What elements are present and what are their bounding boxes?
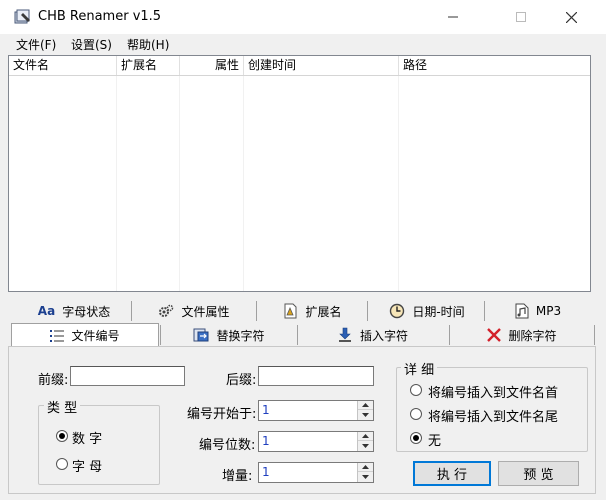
- menu-settings[interactable]: 设置(S): [71, 36, 112, 53]
- increment-value: 1: [262, 465, 270, 479]
- increment-label: 增量:: [222, 469, 253, 484]
- column-path[interactable]: 路径: [399, 56, 590, 75]
- title-bar[interactable]: CHB Renamer v1.5: [0, 0, 606, 34]
- window-title: CHB Renamer v1.5: [38, 9, 162, 24]
- tab-letter-case[interactable]: Aa 字母状态: [18, 300, 130, 322]
- clock-icon: [389, 303, 405, 319]
- column-divider: [179, 76, 180, 291]
- replace-icon: [193, 327, 209, 343]
- stepper-down-icon[interactable]: [358, 410, 373, 419]
- stepper-arrows[interactable]: [357, 432, 373, 451]
- start-label: 编号开始于:: [187, 407, 257, 422]
- tab-extension[interactable]: 扩展名: [260, 300, 365, 322]
- tab-label: 字母状态: [62, 304, 111, 319]
- menu-help[interactable]: 帮助(H): [127, 36, 169, 53]
- tab-separator: [484, 301, 485, 321]
- column-divider: [398, 76, 399, 291]
- detail-radio-suffix[interactable]: [410, 408, 422, 420]
- menu-bar: 文件(F) 设置(S) 帮助(H): [0, 34, 606, 54]
- music-file-icon: [515, 303, 529, 319]
- tab-label: 删除字符: [508, 328, 557, 343]
- tab-replace-chars[interactable]: 替换字符: [164, 324, 294, 346]
- tab-separator: [160, 325, 161, 345]
- letter-case-icon: Aa: [37, 304, 56, 318]
- prefix-label: 前缀:: [38, 373, 69, 388]
- delete-x-icon: [487, 328, 502, 342]
- column-filename[interactable]: 文件名: [9, 56, 117, 75]
- tab-separator: [594, 325, 595, 345]
- suffix-input[interactable]: [258, 366, 374, 386]
- close-button[interactable]: [548, 0, 594, 34]
- numbered-list-icon: [50, 329, 65, 343]
- detail-radio-none[interactable]: [410, 432, 422, 444]
- maximize-button[interactable]: [498, 0, 544, 34]
- stepper-arrows[interactable]: [357, 401, 373, 420]
- menu-file[interactable]: 文件(F): [16, 36, 56, 53]
- file-list[interactable]: 文件名 扩展名 属性 创建时间 路径: [8, 55, 591, 292]
- start-value: 1: [262, 403, 270, 417]
- tab-label: MP3: [535, 304, 562, 318]
- tab-label: 日期-时间: [412, 304, 465, 319]
- column-divider: [116, 76, 117, 291]
- stepper-arrows[interactable]: [357, 463, 373, 482]
- stepper-up-icon[interactable]: [358, 463, 373, 472]
- type-radio-letter[interactable]: [56, 458, 68, 470]
- tab-file-attributes[interactable]: 文件属性: [135, 300, 253, 322]
- column-created-time[interactable]: 创建时间: [244, 56, 399, 75]
- column-attributes[interactable]: 属性: [180, 56, 244, 75]
- tab-separator: [131, 301, 132, 321]
- column-extension[interactable]: 扩展名: [117, 56, 180, 75]
- type-group-title: 类 型: [44, 397, 81, 416]
- digits-label: 编号位数:: [199, 438, 256, 453]
- execute-button[interactable]: 执 行: [413, 461, 491, 486]
- list-header: 文件名 扩展名 属性 创建时间 路径: [9, 56, 590, 76]
- tab-separator: [256, 301, 257, 321]
- start-number-stepper[interactable]: 1: [258, 400, 374, 421]
- stepper-up-icon[interactable]: [358, 401, 373, 410]
- tab-label: 插入字符: [359, 328, 408, 343]
- type-option-number: 数 字: [72, 432, 103, 447]
- tab-label: 扩展名: [305, 304, 342, 319]
- stepper-down-icon[interactable]: [358, 441, 373, 450]
- tab-label: 文件编号: [71, 329, 120, 343]
- type-option-letter: 字 母: [72, 460, 103, 475]
- minimize-button[interactable]: [430, 0, 476, 34]
- close-icon: [565, 11, 577, 23]
- stepper-down-icon[interactable]: [358, 472, 373, 481]
- tab-separator: [449, 325, 450, 345]
- digits-value: 1: [262, 434, 270, 448]
- column-divider: [243, 76, 244, 291]
- tab-mp3[interactable]: MP3: [488, 300, 588, 322]
- preview-button[interactable]: 预 览: [498, 461, 579, 486]
- tab-label: 文件属性: [181, 304, 230, 319]
- prefix-input[interactable]: [70, 366, 185, 386]
- tab-file-numbering[interactable]: 文件编号: [11, 323, 159, 347]
- tab-delete-chars[interactable]: 删除字符: [452, 324, 592, 346]
- app-icon: [14, 9, 32, 25]
- detail-option-none: 无: [428, 434, 442, 449]
- detail-radio-prefix[interactable]: [410, 384, 422, 396]
- tab-date-time[interactable]: 日期-时间: [372, 300, 482, 322]
- tab-separator: [297, 325, 298, 345]
- detail-option-suffix: 将编号插入到文件名尾: [428, 410, 559, 425]
- digits-stepper[interactable]: 1: [258, 431, 374, 452]
- tab-label: 替换字符: [216, 328, 265, 343]
- detail-option-prefix: 将编号插入到文件名首: [428, 386, 559, 401]
- insert-download-icon: [337, 327, 353, 343]
- document-extension-icon: [283, 303, 298, 319]
- tab-insert-chars[interactable]: 插入字符: [300, 324, 445, 346]
- increment-stepper[interactable]: 1: [258, 462, 374, 483]
- type-radio-number[interactable]: [56, 430, 68, 442]
- tab-separator: [367, 301, 368, 321]
- stepper-up-icon[interactable]: [358, 432, 373, 441]
- detail-group-title: 详 细: [401, 359, 438, 378]
- gear-icon: [158, 303, 174, 319]
- suffix-label: 后缀:: [226, 373, 257, 388]
